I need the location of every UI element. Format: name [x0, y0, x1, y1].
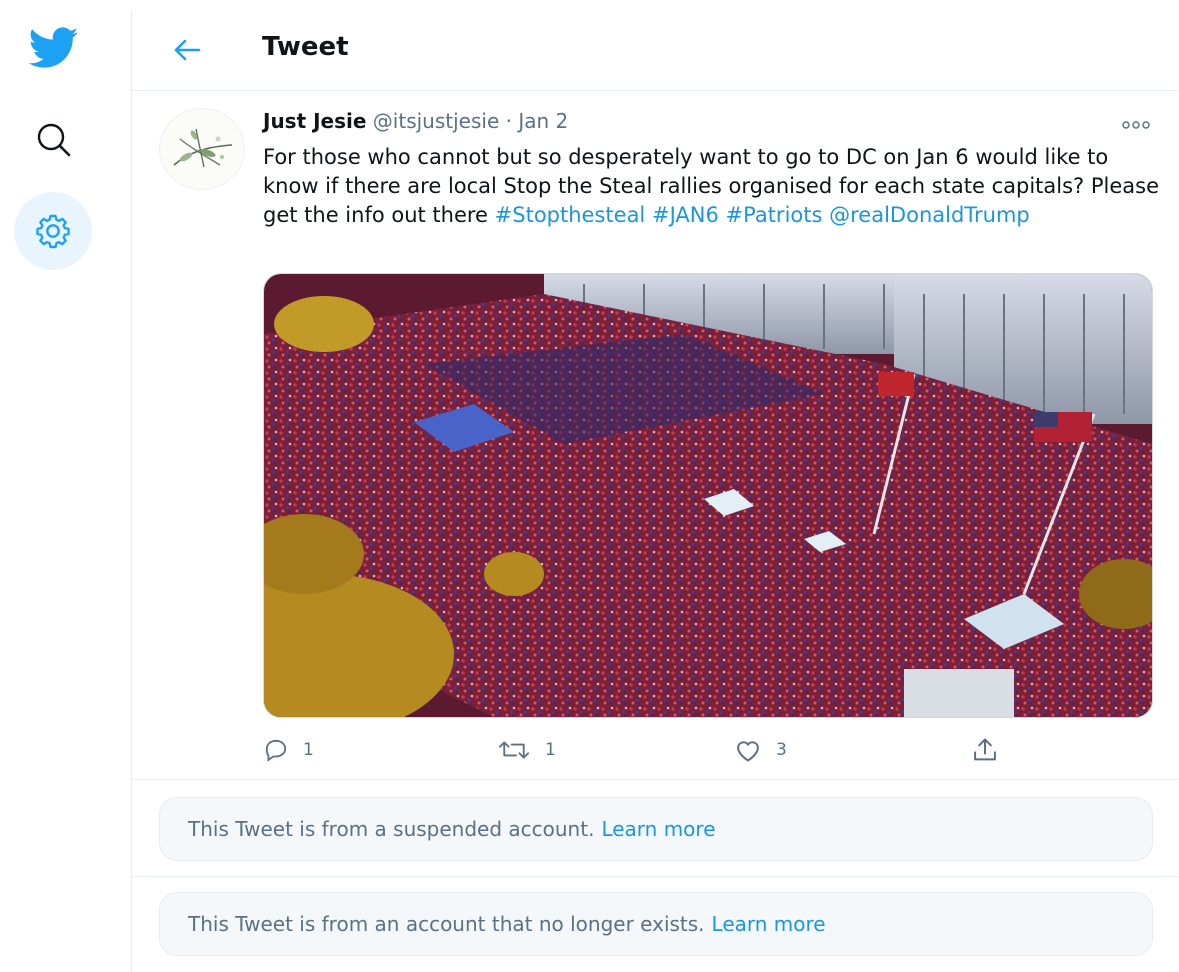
gear-icon — [36, 214, 70, 249]
reply-icon — [265, 739, 287, 762]
reply-count: 1 — [303, 740, 314, 760]
reply-button[interactable]: 1 — [263, 733, 314, 767]
crowd-photo — [264, 274, 1152, 717]
avatar[interactable] — [159, 108, 245, 190]
retweet-count: 1 — [545, 740, 556, 760]
left-nav — [0, 0, 131, 972]
meta-separator: · — [505, 109, 512, 133]
suspended-notice-text: This Tweet is from a suspended account. — [188, 817, 595, 841]
page-title: Tweet — [262, 32, 349, 62]
mention-link[interactable]: @realDonaldTrump — [829, 203, 1030, 227]
twitter-logo-icon[interactable] — [22, 18, 86, 78]
tweet-media-image[interactable] — [263, 273, 1153, 718]
learn-more-link[interactable]: Learn more — [601, 817, 715, 841]
more-dots-icon — [1122, 121, 1150, 129]
hashtag-jan6[interactable]: #JAN6 — [652, 203, 719, 227]
arrow-left-icon — [174, 39, 201, 61]
divider — [132, 876, 1178, 877]
search-icon — [37, 123, 71, 157]
suspended-account-notice: This Tweet is from a suspended account. … — [159, 797, 1153, 861]
share-button[interactable] — [971, 733, 999, 767]
retweet-button[interactable]: 1 — [497, 733, 556, 767]
tweet-meta: Just Jesie @itsjustjesie · Jan 2 — [263, 109, 568, 133]
hashtag-stopthesteal[interactable]: #Stopthesteal — [495, 203, 646, 227]
twitter-bird-icon — [29, 27, 79, 68]
share-icon — [974, 738, 996, 761]
like-button[interactable]: 3 — [734, 733, 787, 767]
tweet-date[interactable]: Jan 2 — [518, 109, 568, 133]
deleted-notice-text: This Tweet is from an account that no lo… — [188, 912, 705, 936]
nav-settings-button[interactable] — [14, 192, 92, 270]
tweet-actions: 1 1 3 — [263, 733, 1163, 767]
author-handle[interactable]: @itsjustjesie — [373, 109, 499, 133]
retweet-icon — [498, 741, 530, 759]
page-header: Tweet — [132, 10, 1178, 91]
tweet-text: For those who cannot but so desperately … — [263, 143, 1163, 230]
more-options-button[interactable] — [1116, 113, 1156, 137]
nav-search-button[interactable] — [22, 108, 86, 172]
learn-more-link[interactable]: Learn more — [712, 912, 826, 936]
heart-icon — [737, 741, 759, 762]
like-count: 3 — [776, 740, 787, 760]
deleted-account-notice: This Tweet is from an account that no lo… — [159, 892, 1153, 956]
main-column: Tweet Just Jesie @itsjustjesie · Jan 2 F… — [131, 10, 1178, 972]
author-name[interactable]: Just Jesie — [263, 109, 366, 133]
tweet[interactable]: Just Jesie @itsjustjesie · Jan 2 For tho… — [132, 91, 1178, 780]
back-button[interactable] — [164, 28, 210, 72]
avatar-image — [173, 128, 233, 168]
hashtag-patriots[interactable]: #Patriots — [726, 203, 823, 227]
